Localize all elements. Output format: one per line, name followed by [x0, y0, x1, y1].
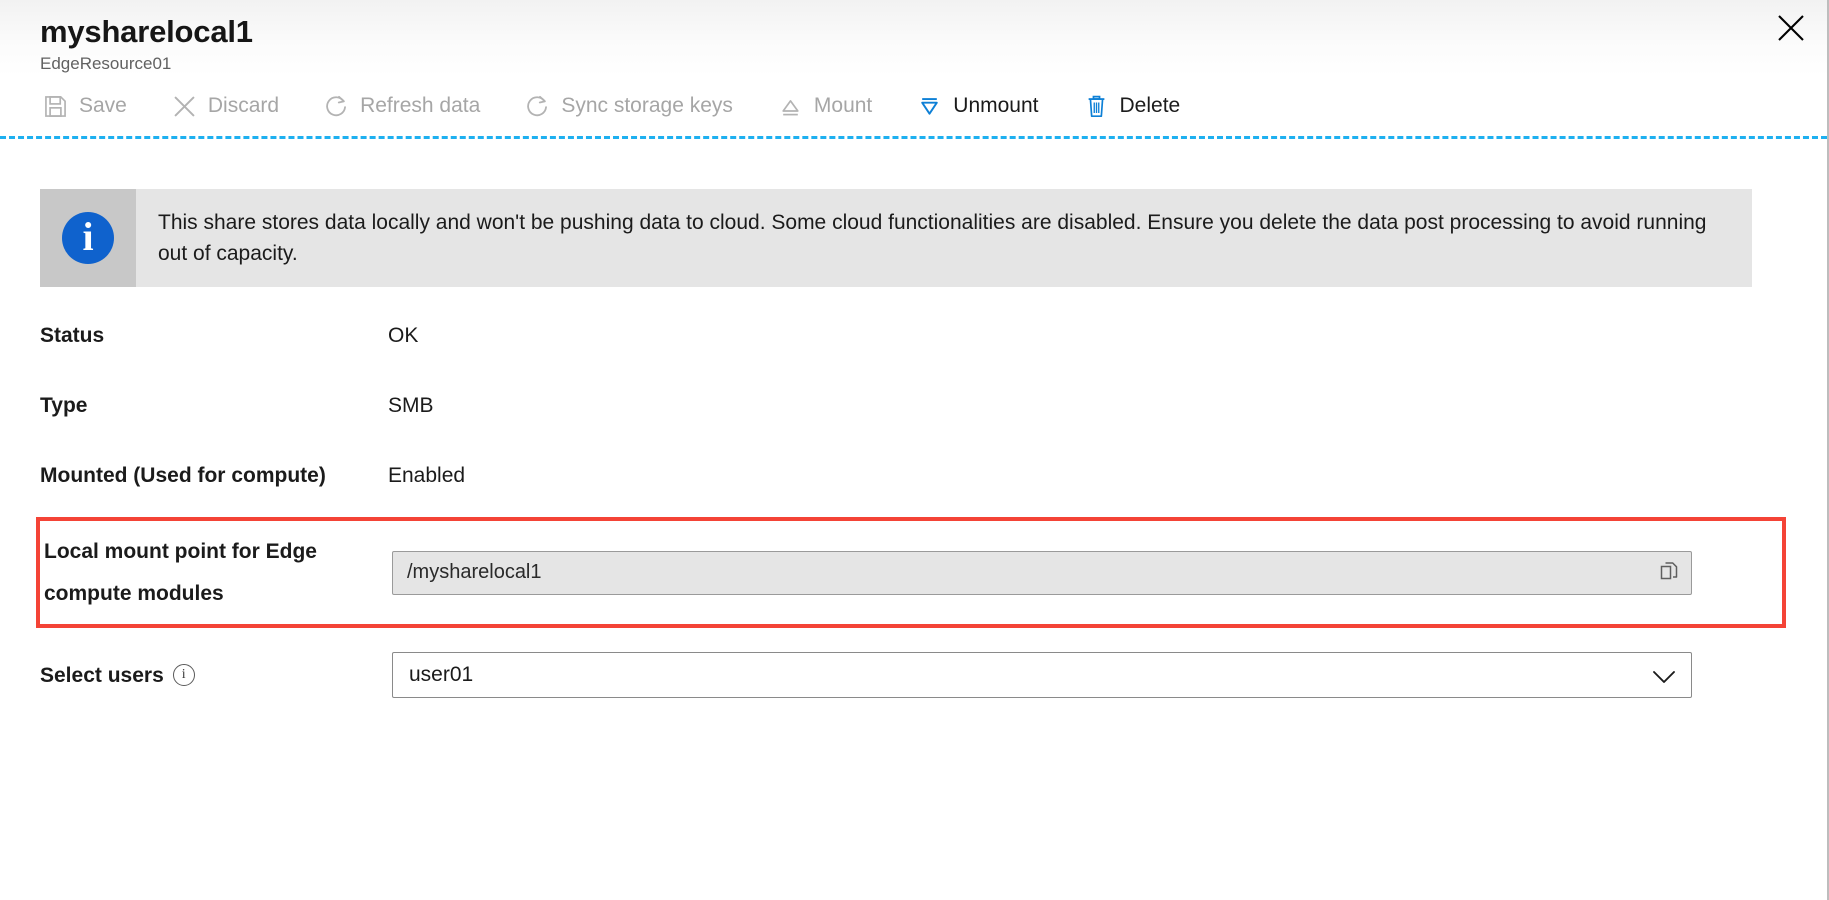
info-icon: i: [62, 212, 114, 264]
save-icon: [42, 93, 69, 120]
unmount-icon: [916, 93, 943, 120]
select-users-dropdown[interactable]: user01: [392, 652, 1692, 698]
status-label: Status: [40, 319, 388, 352]
local-mount-point-label: Local mount point for Edge compute modul…: [40, 535, 392, 610]
save-button[interactable]: Save: [40, 90, 143, 122]
save-button-label: Save: [79, 92, 127, 120]
sync-storage-keys-button-label: Sync storage keys: [561, 92, 733, 120]
type-value: SMB: [388, 389, 434, 422]
info-banner-text: This share stores data locally and won't…: [136, 189, 1752, 287]
local-mount-point-value: /mysharelocal1: [407, 561, 542, 584]
delete-button[interactable]: Delete: [1081, 90, 1197, 122]
refresh-data-button[interactable]: Refresh data: [321, 90, 496, 122]
refresh-icon: [323, 93, 350, 120]
mounted-label: Mounted (Used for compute): [40, 459, 388, 492]
sync-icon: [524, 93, 551, 120]
share-details-blade: mysharelocal1 EdgeResource01 Save: [0, 0, 1829, 900]
mounted-value: Enabled: [388, 459, 465, 492]
properties-list: Status OK Type SMB Mounted (Used for com…: [40, 307, 1787, 698]
delete-button-label: Delete: [1120, 92, 1181, 120]
chevron-down-icon: [1651, 667, 1677, 683]
close-icon: [1776, 13, 1806, 43]
unmount-button[interactable]: Unmount: [914, 90, 1054, 122]
page-title: mysharelocal1: [40, 14, 1827, 50]
mount-button-label: Mount: [814, 92, 872, 120]
property-row-type: Type SMB: [40, 377, 1787, 447]
type-label: Type: [40, 389, 388, 422]
page-subtitle: EdgeResource01: [40, 52, 1827, 76]
command-toolbar: Save Discard Refresh data: [0, 76, 1827, 136]
blade-header: mysharelocal1 EdgeResource01: [0, 0, 1827, 76]
local-mount-point-field[interactable]: /mysharelocal1: [392, 551, 1692, 595]
sync-storage-keys-button[interactable]: Sync storage keys: [522, 90, 749, 122]
info-circle-icon[interactable]: i: [173, 664, 195, 686]
mount-button[interactable]: Mount: [775, 90, 888, 122]
discard-button-label: Discard: [208, 92, 279, 120]
property-row-status: Status OK: [40, 307, 1787, 377]
close-button[interactable]: [1769, 6, 1813, 50]
discard-icon: [171, 93, 198, 120]
property-row-mounted: Mounted (Used for compute) Enabled: [40, 447, 1787, 517]
info-circle-glyph: i: [182, 668, 186, 682]
delete-icon: [1083, 93, 1110, 120]
info-banner: i This share stores data locally and won…: [40, 189, 1752, 287]
blade-content: i This share stores data locally and won…: [0, 139, 1827, 900]
select-users-row: Select users i user01: [40, 652, 1787, 698]
info-icon-glyph: i: [82, 217, 93, 257]
copy-icon: [1657, 559, 1681, 586]
info-banner-icon-cell: i: [40, 189, 136, 287]
unmount-button-label: Unmount: [953, 92, 1038, 120]
mount-icon: [777, 93, 804, 120]
local-mount-point-row-highlight: Local mount point for Edge compute modul…: [36, 517, 1786, 628]
discard-button[interactable]: Discard: [169, 90, 295, 122]
select-users-label: Select users i: [40, 659, 392, 692]
refresh-data-button-label: Refresh data: [360, 92, 480, 120]
select-users-value: user01: [409, 663, 473, 687]
copy-button[interactable]: [1655, 559, 1683, 587]
status-value: OK: [388, 319, 418, 352]
